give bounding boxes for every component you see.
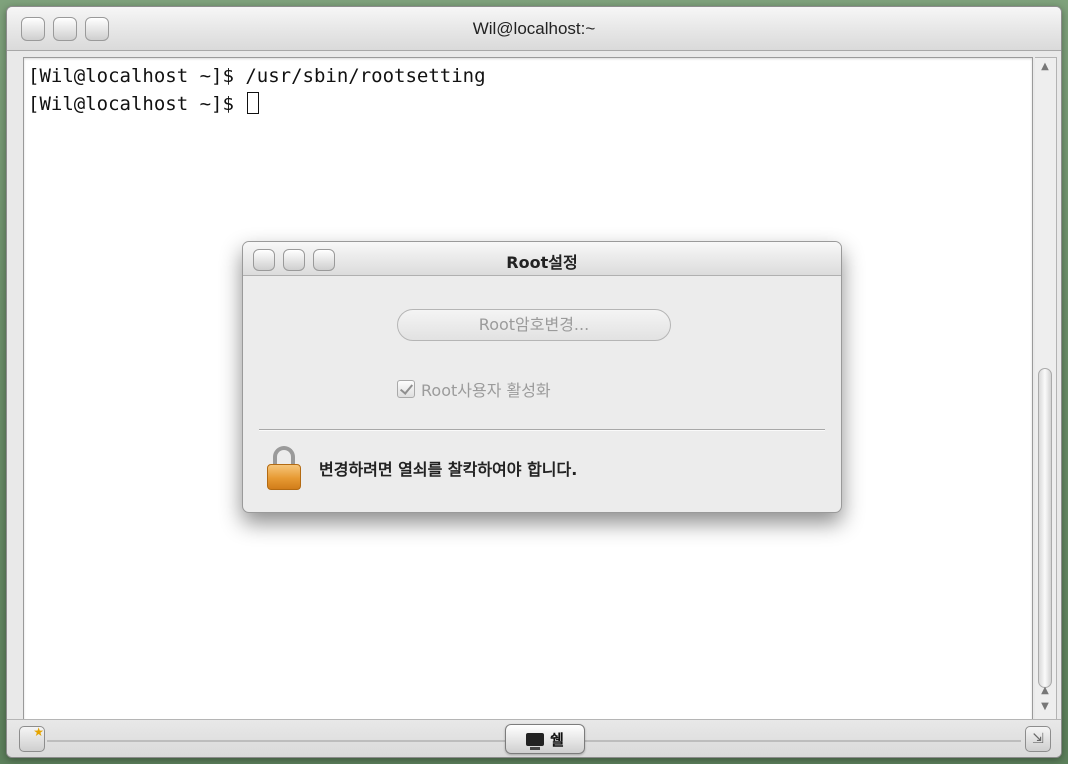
scroll-up-button-icon[interactable]: ▲ xyxy=(1038,684,1052,698)
terminal-prompt-line: [Wil@localhost ~]$ xyxy=(28,90,486,118)
scroll-up-arrow-icon[interactable]: ▲ xyxy=(1038,60,1052,74)
terminal-prompt: [Wil@localhost ~]$ xyxy=(28,93,246,115)
window-title: Wil@localhost:~ xyxy=(472,19,596,38)
enable-root-checkbox[interactable] xyxy=(397,380,415,398)
scroll-down-button-icon[interactable]: ▼ xyxy=(1038,700,1052,714)
enable-root-row[interactable]: Root사용자 활성화 xyxy=(397,377,551,401)
enable-root-label: Root사용자 활성화 xyxy=(421,381,551,400)
terminal-line: [Wil@localhost ~]$ /usr/sbin/rootsetting xyxy=(28,65,486,87)
star-icon: ★ xyxy=(33,725,44,739)
tab-shell[interactable]: 쉘 xyxy=(505,724,585,754)
text-cursor xyxy=(247,92,260,114)
new-window-icon[interactable]: ★ xyxy=(19,725,45,752)
window-titlebar[interactable]: Wil@localhost:~ xyxy=(7,7,1061,51)
dialog-title: Root설정 xyxy=(506,253,578,272)
tab-shell-label: 쉘 xyxy=(550,730,564,749)
dialog-titlebar[interactable]: Root설정 xyxy=(243,242,841,276)
dialog-divider xyxy=(259,429,825,431)
lock-icon[interactable] xyxy=(267,446,301,490)
root-settings-dialog: Root설정 Root암호변경... Root사용자 활성화 변경하려면 열쇠를… xyxy=(242,241,842,513)
vertical-scrollbar[interactable]: ▲ ▲ ▼ xyxy=(1035,57,1057,721)
terminal-tabbar: ★ 쉘 ⇲ xyxy=(7,719,1061,757)
change-root-password-button[interactable]: Root암호변경... xyxy=(397,309,671,341)
lock-message: 변경하려면 열쇠를 찰칵하여야 합니다. xyxy=(319,460,578,479)
resize-grip-icon[interactable]: ⇲ xyxy=(1025,726,1051,752)
monitor-icon xyxy=(526,732,545,750)
scrollbar-thumb[interactable] xyxy=(1038,368,1052,688)
